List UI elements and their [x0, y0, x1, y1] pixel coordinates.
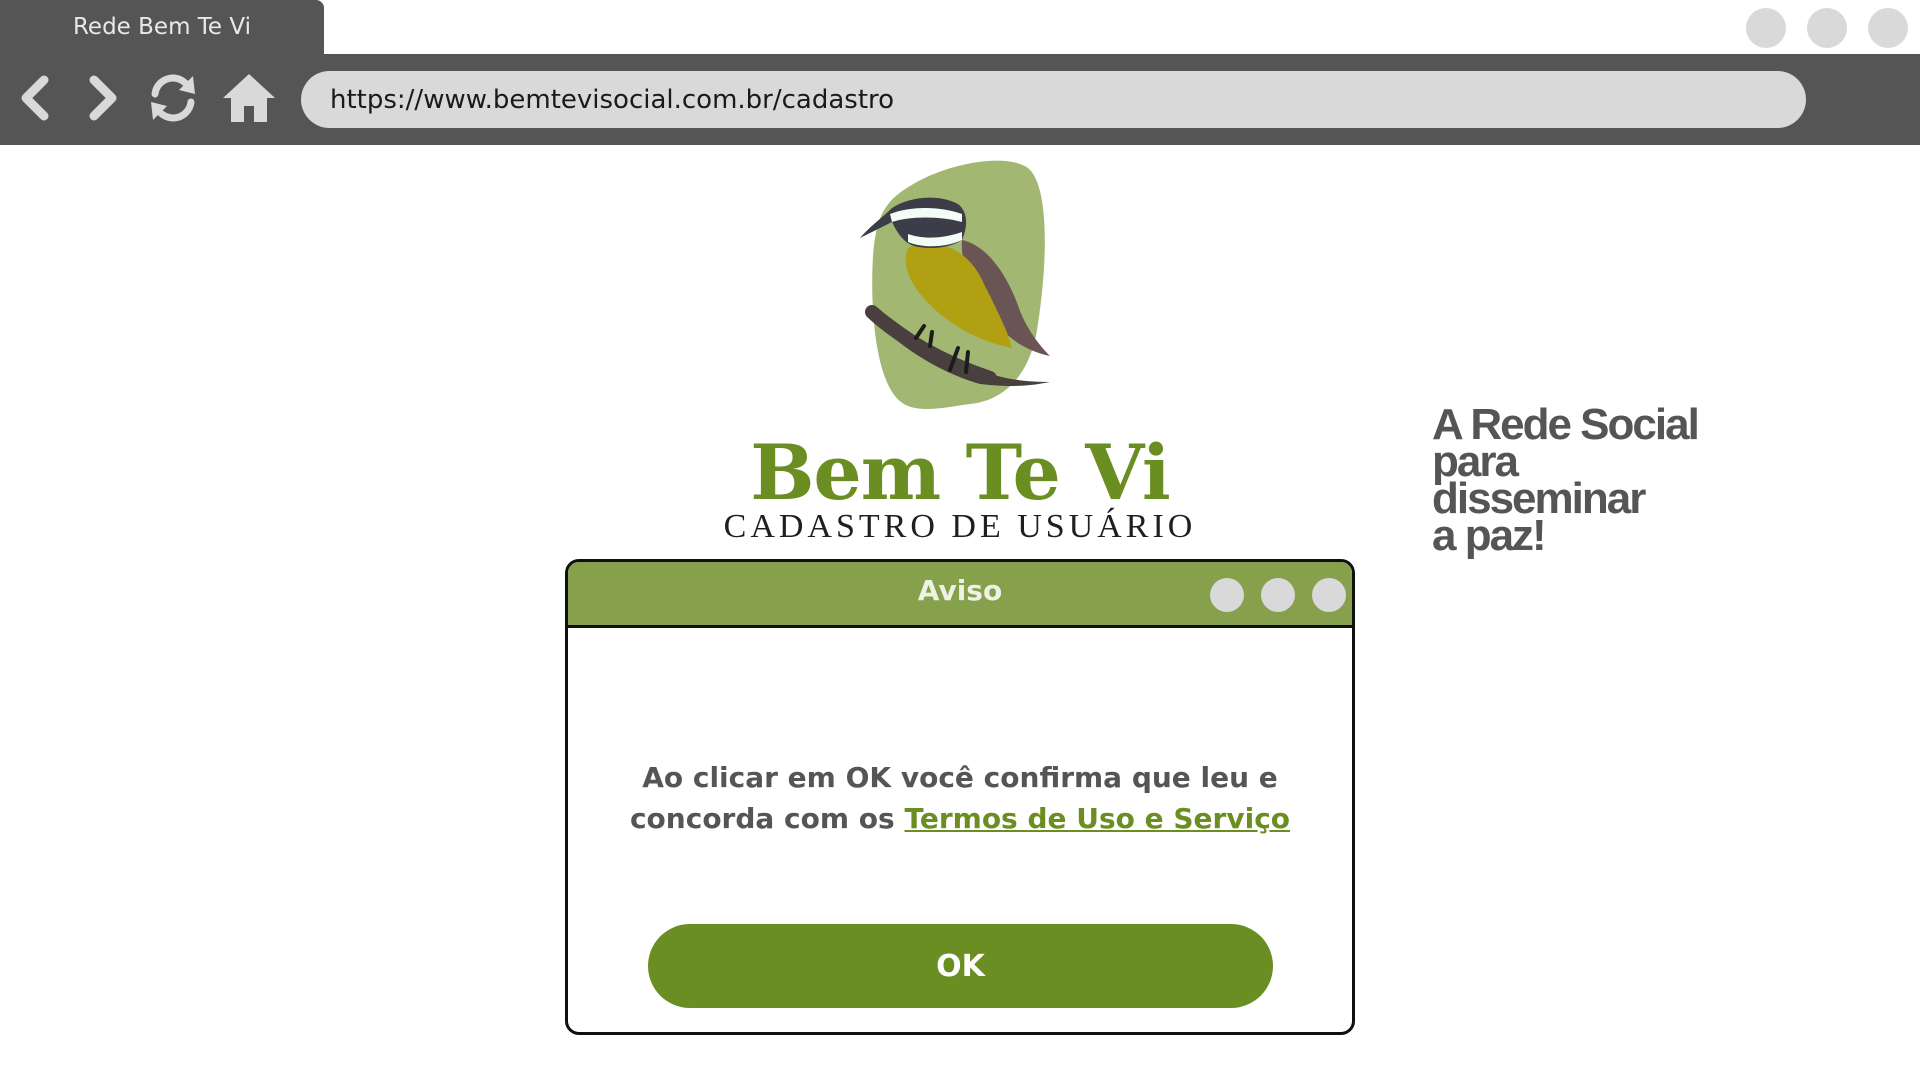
dialog-window-controls [1210, 578, 1346, 612]
terms-link[interactable]: Termos de Uso e Serviço [904, 802, 1290, 835]
dialog-maximize-button[interactable] [1261, 578, 1295, 612]
maximize-button[interactable] [1807, 8, 1847, 48]
browser-toolbar: https://www.bemtevisocial.com.br/cadastr… [0, 54, 1920, 145]
dialog-minimize-button[interactable] [1210, 578, 1244, 612]
url-text: https://www.bemtevisocial.com.br/cadastr… [330, 84, 895, 115]
address-bar[interactable]: https://www.bemtevisocial.com.br/cadastr… [301, 71, 1806, 128]
dialog-message: Ao clicar em OK você confirma que leu e … [608, 757, 1312, 839]
forward-icon[interactable] [74, 70, 130, 126]
dialog-close-button[interactable] [1312, 578, 1346, 612]
dialog-header: Aviso [568, 562, 1352, 628]
bem-te-vi-bird-logo [860, 160, 1050, 409]
brand-name: Bem Te Vi [750, 428, 1171, 517]
minimize-button[interactable] [1746, 8, 1786, 48]
tab-title: Rede Bem Te Vi [72, 14, 252, 40]
page-subtitle: CADASTRO DE USUÁRIO [723, 508, 1197, 545]
tagline: A Rede Social para disseminar a paz! [1432, 400, 1700, 560]
ok-button[interactable]: OK [648, 924, 1273, 1008]
home-icon[interactable] [221, 70, 277, 126]
refresh-icon[interactable] [145, 70, 201, 126]
window-controls [1746, 8, 1908, 48]
terms-dialog: Aviso Ao clicar em OK você confirma que … [565, 559, 1355, 1035]
close-window-button[interactable] [1868, 8, 1908, 48]
browser-tab[interactable]: Rede Bem Te Vi [0, 0, 324, 54]
back-icon[interactable] [10, 70, 66, 126]
